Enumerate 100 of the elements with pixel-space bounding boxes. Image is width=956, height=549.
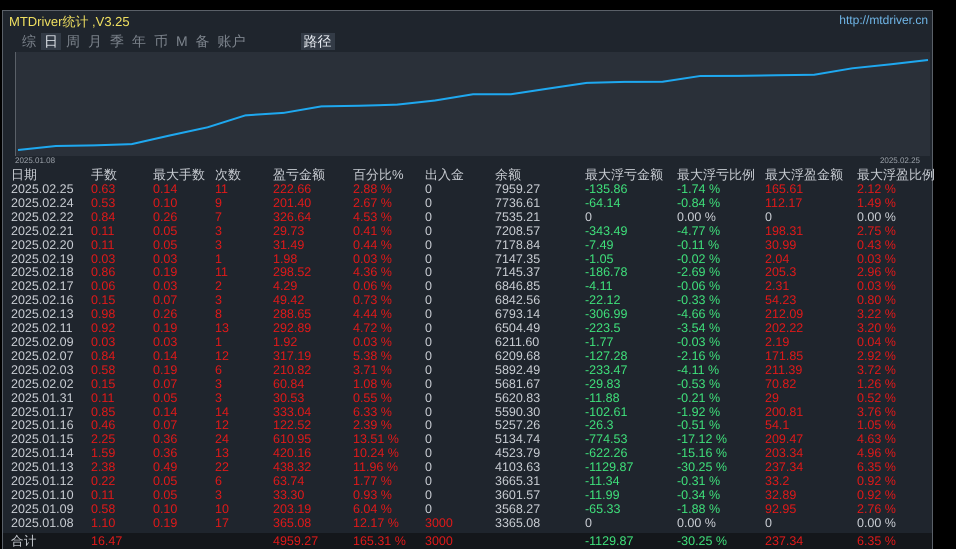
table-cell-text: 30.99 xyxy=(765,238,798,253)
column-header: 最大手数 xyxy=(153,166,206,183)
table-cell-text: 365.08 xyxy=(273,516,312,531)
table-cell-text: 6504.49 xyxy=(495,322,542,336)
period-tab[interactable]: 备 xyxy=(192,33,213,50)
table-cell-text: 0.03 % xyxy=(353,252,393,266)
date-cell-text: 2025.01.17 xyxy=(11,406,75,420)
table-cell-text: 1.05 % xyxy=(857,419,897,434)
table-cell-text: 0 xyxy=(425,294,433,308)
table-cell-text: 1.77 % xyxy=(353,475,393,489)
table-cell-text: -0.02 % xyxy=(677,252,722,266)
table-cell-text: 420.16 xyxy=(273,447,312,462)
table-cell-text: 0.98 xyxy=(91,308,116,322)
table-cell-text: 0.58 xyxy=(91,364,116,378)
table-cell-text: 212.09 xyxy=(765,308,804,322)
table-cell-text: 0.19 xyxy=(153,266,178,280)
table-cell-text: 0 xyxy=(425,210,433,225)
period-tab[interactable]: 季 xyxy=(107,33,127,50)
table-cell-text: -1.77 xyxy=(585,336,614,350)
table-cell-text: 11.96 % xyxy=(353,461,399,476)
table-cell-text: 10 xyxy=(215,502,230,517)
table-cell-text: -15.16 % xyxy=(677,447,728,462)
table-cell-text: 0.03 % xyxy=(857,280,897,294)
table-cell-text: -343.49 xyxy=(585,224,628,239)
path-button[interactable]: 路径 xyxy=(300,33,335,50)
period-tab[interactable]: 月 xyxy=(85,33,105,50)
table-cell-text: 0 xyxy=(425,433,433,448)
table-cell-text: 12.17 % xyxy=(353,516,400,531)
table-cell-text: 0.03 % xyxy=(353,336,393,350)
table-cell-text: -2.69 % xyxy=(677,266,722,280)
period-tab[interactable]: M xyxy=(173,33,191,50)
table-cell-text: 3568.27 xyxy=(495,502,542,517)
table-cell-text: 0.26 xyxy=(153,210,178,225)
table-cell-text: 0 xyxy=(425,196,433,211)
table-cell-text: 0.49 xyxy=(153,461,178,476)
table-cell-text: -1.88 % xyxy=(677,502,722,517)
table-cell-text: 0.15 xyxy=(91,294,116,308)
table-cell-text: 4.53 % xyxy=(353,210,393,225)
table-cell-text: 4103.63 xyxy=(495,461,542,476)
table-cell-text: 2.92 % xyxy=(857,350,897,364)
date-cell-text: 2025.02.09 xyxy=(11,336,75,350)
table-cell-text: -11.99 xyxy=(585,488,621,503)
table-cell-text: 92.95 xyxy=(765,502,798,517)
table-cell-text: 0.86 xyxy=(91,266,116,280)
table-cell-text: -4.11 % xyxy=(677,364,720,378)
table-cell-text: 1.98 xyxy=(273,252,298,266)
table-cell-text: 13.51 % xyxy=(353,433,400,448)
table-cell-text: 209.47 xyxy=(765,433,804,448)
table-cell-text: 0 xyxy=(425,350,433,364)
table-cell-text: 0 xyxy=(425,224,433,239)
period-tab[interactable]: 综 xyxy=(19,33,39,50)
table-cell-text: 5.38 % xyxy=(353,350,393,364)
table-cell-text: 0 xyxy=(425,364,433,378)
table-cell-text: -233.47 xyxy=(585,364,628,378)
table-cell-text: 6211.60 xyxy=(495,336,540,350)
table-cell-text: 0.07 xyxy=(153,378,178,392)
table-cell-text: 6.33 % xyxy=(353,406,393,420)
table-cell-text: 0.03 xyxy=(153,252,178,266)
date-cell-text: 2025.02.13 xyxy=(11,308,75,322)
table-cell-text: 4959.27 xyxy=(273,532,320,549)
table-cell-text: 112.17 xyxy=(765,196,804,211)
table-cell-text: -11.88 xyxy=(585,392,621,406)
date-cell-text: 2025.01.14 xyxy=(11,447,75,462)
table-cell-text: 0.80 % xyxy=(857,294,897,308)
table-cell-text: -186.78 xyxy=(585,266,628,280)
column-header: 最大浮盈金额 xyxy=(765,166,844,183)
table-cell-text: 1.49 % xyxy=(857,196,897,211)
period-tab[interactable]: 日 xyxy=(41,33,61,50)
table-cell-text: 211.39 xyxy=(765,364,804,378)
table-cell-text: 11 xyxy=(215,183,229,197)
table-cell-text: 333.04 xyxy=(273,406,312,420)
period-tab[interactable]: 周 xyxy=(63,33,83,50)
table-cell-text: 1.92 xyxy=(273,336,298,350)
table-cell-text: 0.73 % xyxy=(353,294,393,308)
table-cell-text: 0 xyxy=(425,447,433,462)
table-cell-text: 6 xyxy=(215,475,223,489)
table-cell-text: 3 xyxy=(215,378,223,392)
website-link[interactable]: http://mtdriver.cn xyxy=(839,13,928,31)
table-cell-text: 0.44 % xyxy=(353,238,393,253)
date-cell-text: 2025.01.13 xyxy=(11,461,75,476)
table-cell-text: 237.34 xyxy=(765,461,804,476)
table-cell-text: 0.10 xyxy=(153,196,178,211)
table-cell-text: 0.52 % xyxy=(857,392,897,406)
table-cell-text: 0 xyxy=(585,516,593,531)
table-cell-text: 205.3 xyxy=(765,266,798,280)
period-tab[interactable]: 账户 xyxy=(214,33,249,50)
table-cell-text: 0.92 % xyxy=(857,475,897,489)
date-cell-text: 2025.01.31 xyxy=(11,392,75,406)
table-cell-text: 0 xyxy=(425,419,433,434)
table-cell-text: -4.77 % xyxy=(677,224,722,239)
date-cell-text: 2025.02.03 xyxy=(11,364,75,378)
table-cell-text: 10.24 % xyxy=(353,447,400,462)
table-cell-text: 0 xyxy=(425,488,433,503)
table-cell-text: 3.22 % xyxy=(857,308,897,322)
period-tab[interactable]: 币 xyxy=(151,33,171,50)
date-cell-text: 2025.01.09 xyxy=(11,502,75,517)
table-cell-text: 0 xyxy=(425,183,433,197)
table-cell-text: 3000 xyxy=(425,516,454,531)
period-tab[interactable]: 年 xyxy=(129,33,149,50)
column-header: 出入金 xyxy=(425,166,465,183)
